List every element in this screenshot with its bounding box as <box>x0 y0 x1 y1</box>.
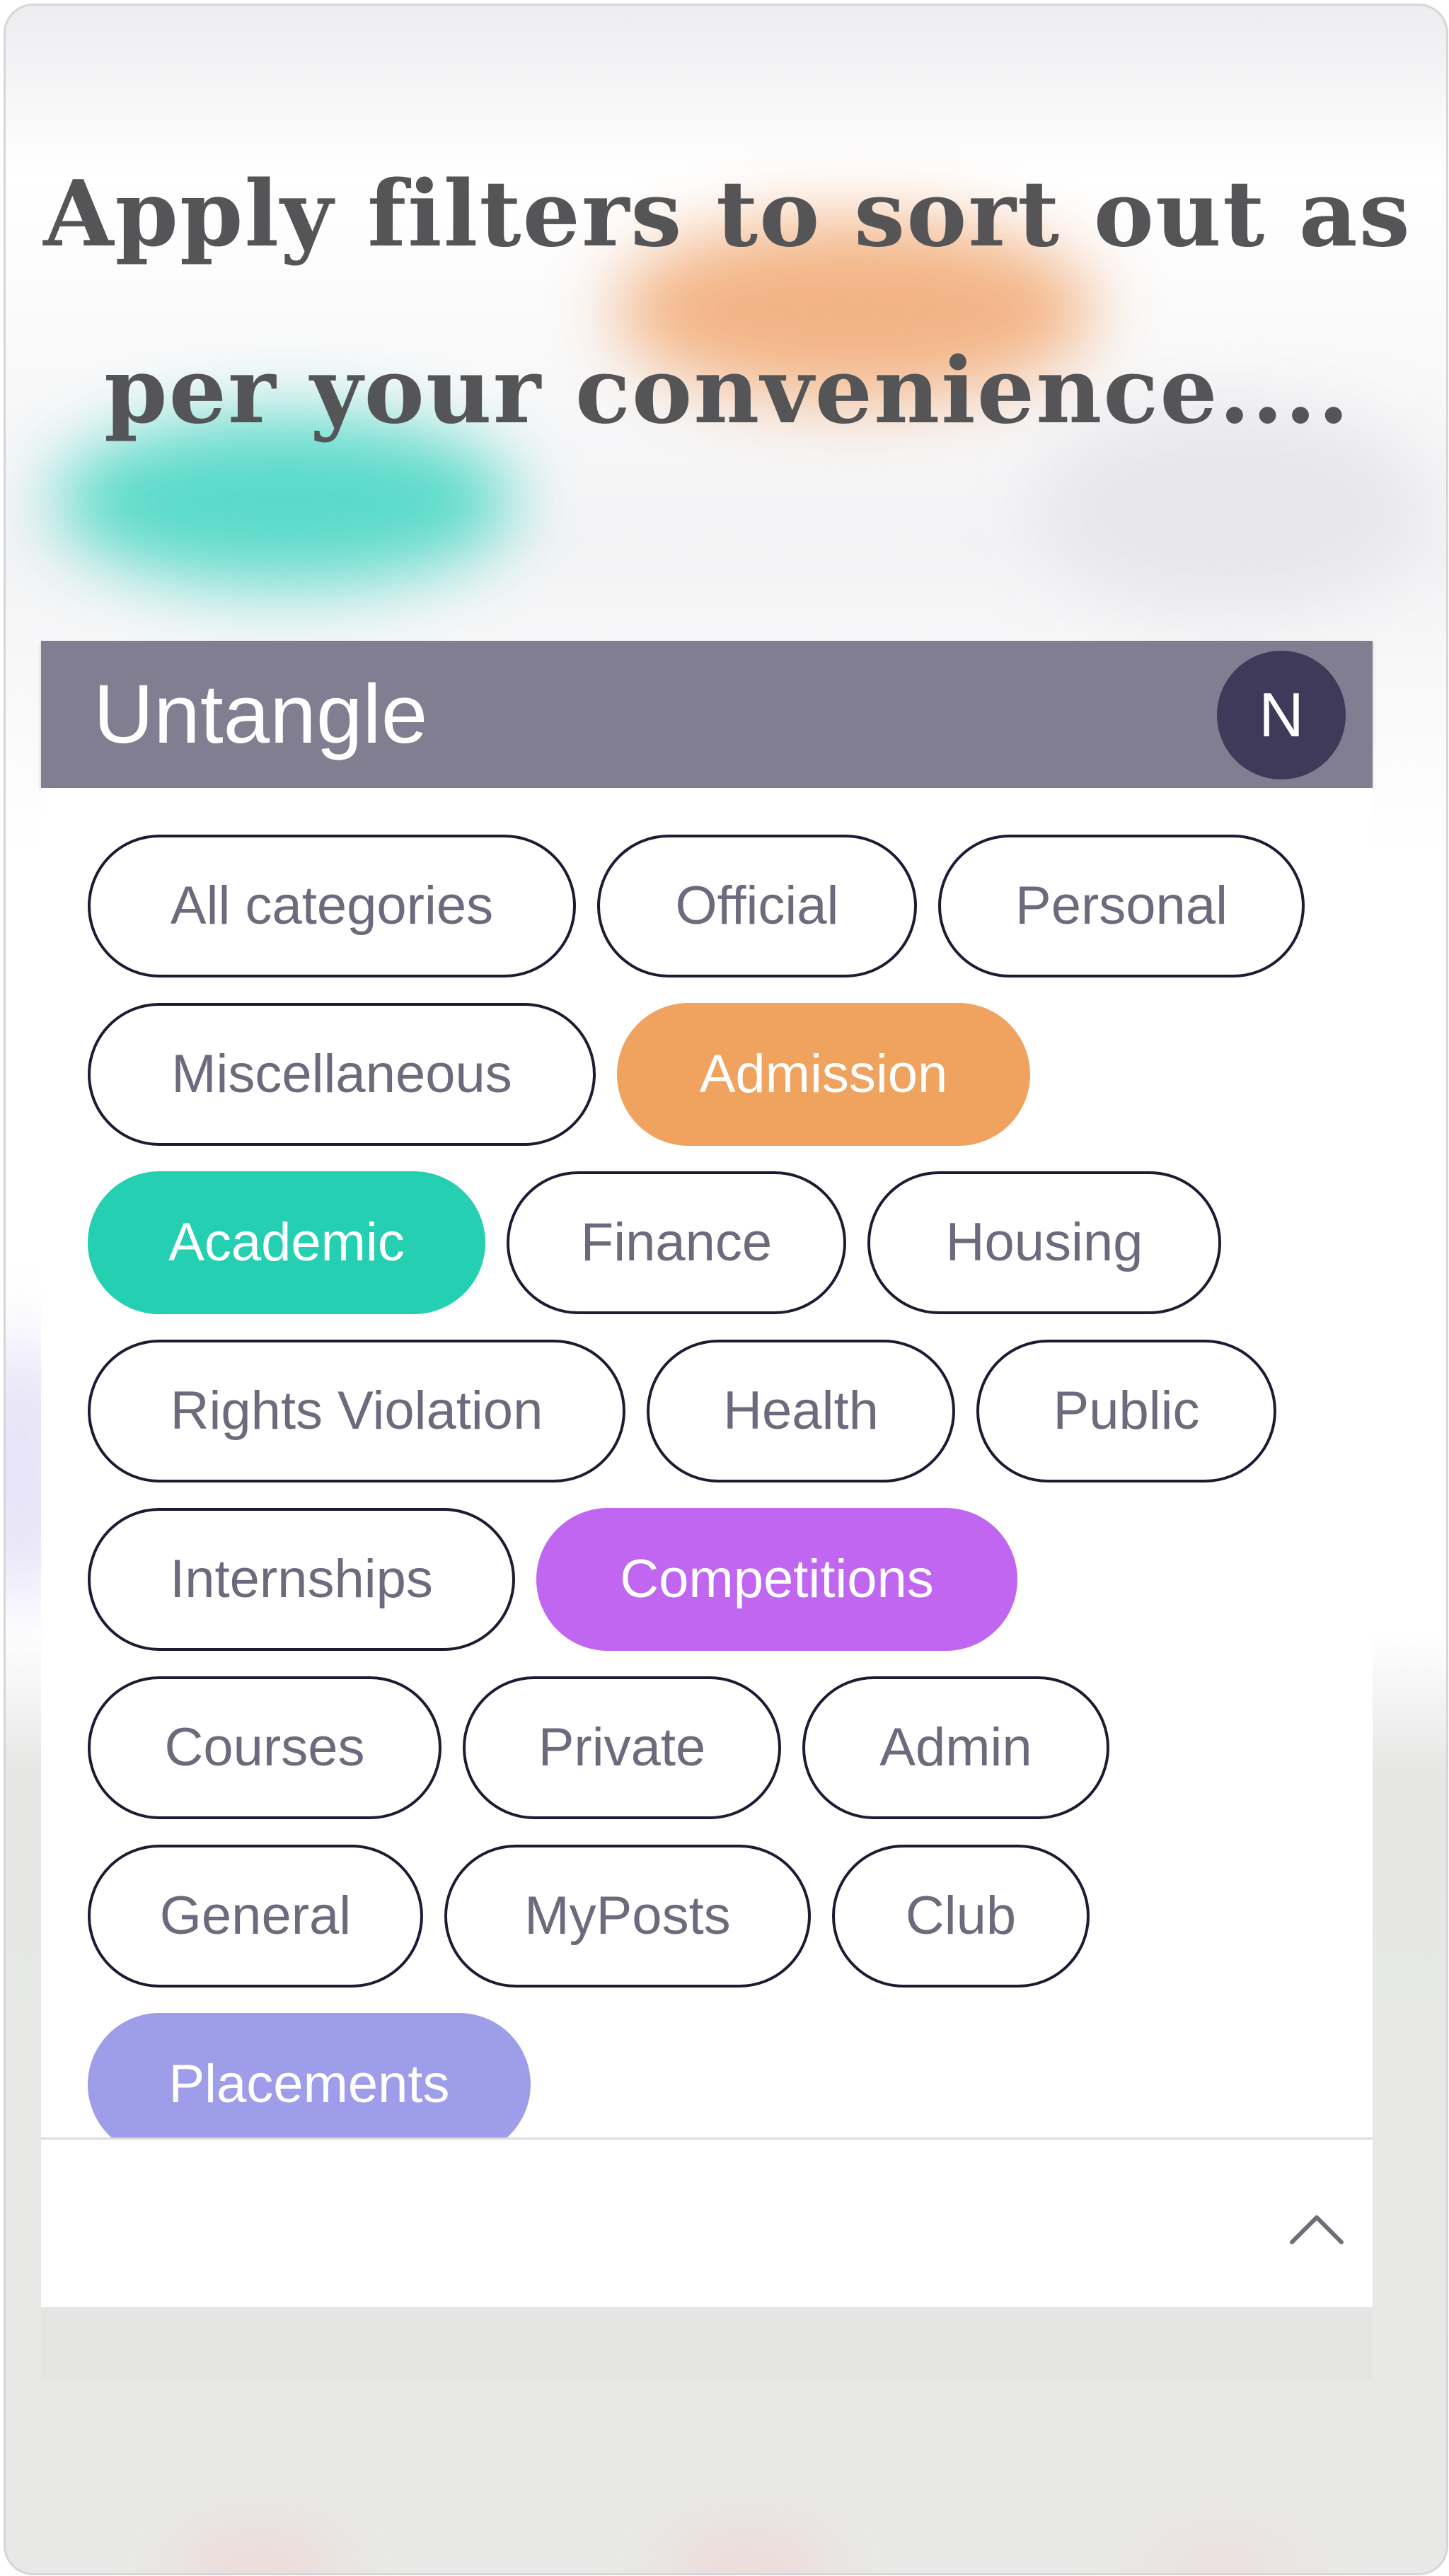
promo-headline: Apply filters to sort out as per your co… <box>34 126 1421 480</box>
chip-internships[interactable]: Internships <box>88 1508 515 1651</box>
chip-myposts[interactable]: MyPosts <box>444 1845 811 1988</box>
promo-headline-line-1: Apply filters to sort out as <box>43 161 1412 267</box>
chip-rights-violation[interactable]: Rights Violation <box>88 1340 625 1483</box>
chip-admin[interactable]: Admin <box>802 1676 1109 1819</box>
chip-placements[interactable]: Placements <box>88 2013 531 2156</box>
category-chip-list: All categories Official Personal Miscellan… <box>88 835 1347 2156</box>
filter-panel-footer <box>41 2137 1373 2307</box>
chip-health[interactable]: Health <box>647 1340 955 1483</box>
chip-public[interactable]: Public <box>976 1340 1276 1483</box>
chip-row: Placements <box>88 2013 1347 2156</box>
chip-personal[interactable]: Personal <box>938 835 1305 977</box>
decorative-pink-blob <box>175 2545 345 2573</box>
decorative-pink-blob <box>664 2545 833 2573</box>
chip-finance[interactable]: Finance <box>507 1171 846 1314</box>
chevron-up-icon <box>1290 2215 1344 2244</box>
chip-official[interactable]: Official <box>597 835 917 977</box>
chip-row: Internships Competitions <box>88 1508 1347 1651</box>
user-avatar[interactable]: N <box>1217 651 1346 779</box>
chip-all-categories[interactable]: All categories <box>88 835 576 977</box>
chip-row: All categories Official Personal <box>88 835 1347 977</box>
chip-housing[interactable]: Housing <box>867 1171 1221 1314</box>
collapse-filters-button[interactable] <box>1285 2203 1349 2253</box>
chip-row: Academic Finance Housing <box>88 1171 1347 1314</box>
app-screen: Untangle N All categories Official Persona… <box>41 641 1373 2381</box>
screenshot-frame: Apply filters to sort out as per your co… <box>4 4 1448 2575</box>
chip-admission[interactable]: Admission <box>617 1003 1030 1146</box>
chip-miscellaneous[interactable]: Miscellaneous <box>88 1003 596 1146</box>
chip-courses[interactable]: Courses <box>88 1676 441 1819</box>
category-filter-panel: All categories Official Personal Miscellan… <box>41 788 1373 2156</box>
chip-row: Rights Violation Health Public <box>88 1340 1347 1483</box>
app-title: Untangle <box>93 668 428 761</box>
chip-private[interactable]: Private <box>463 1676 781 1819</box>
decorative-pink-blob <box>1138 2545 1307 2573</box>
chip-row: Miscellaneous Admission <box>88 1003 1347 1146</box>
chip-row: General MyPosts Club <box>88 1845 1347 1988</box>
chip-general[interactable]: General <box>88 1845 423 1988</box>
chip-row: Courses Private Admin <box>88 1676 1347 1819</box>
chip-academic[interactable]: Academic <box>88 1171 485 1314</box>
app-bar: Untangle N <box>41 641 1373 788</box>
chip-club[interactable]: Club <box>832 1845 1090 1988</box>
promo-headline-line-2: per your convenience.... <box>104 338 1351 444</box>
chip-competitions[interactable]: Competitions <box>536 1508 1017 1651</box>
